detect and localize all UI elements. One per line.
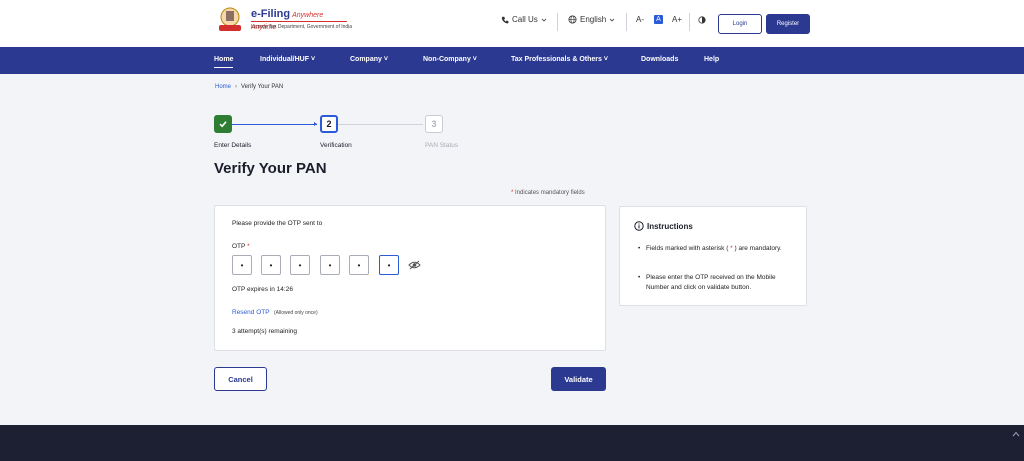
breadcrumb-current: Verify Your PAN	[241, 84, 284, 90]
arrow-right-icon	[314, 122, 317, 126]
step-3-label: PAN Status	[425, 142, 459, 149]
contrast-icon[interactable]	[698, 16, 706, 24]
instruction-text: Fields marked with asterisk (	[646, 245, 729, 252]
breadcrumb-home[interactable]: Home	[215, 84, 231, 90]
globe-icon	[568, 15, 577, 24]
otp-digit-2[interactable]: •	[261, 255, 281, 275]
nav-non-company[interactable]: Non-Company ˅	[423, 56, 477, 63]
nav-downloads[interactable]: Downloads	[641, 56, 678, 63]
info-icon	[634, 221, 644, 231]
department-name: Income Tax Department, Government of Ind…	[251, 24, 353, 30]
otp-label: OTP *	[232, 243, 250, 250]
instruction-item: Fields marked with asterisk ( * ) are ma…	[638, 244, 798, 254]
language-selector[interactable]: English	[568, 15, 615, 24]
otp-expiry: OTP expires in 14:26	[232, 286, 293, 293]
breadcrumb: Home › Verify Your PAN	[215, 84, 283, 90]
step-1-done	[214, 115, 232, 133]
divider	[626, 13, 627, 31]
otp-digit-1[interactable]: •	[232, 255, 252, 275]
page-title: Verify Your PAN	[214, 160, 327, 177]
nav-home[interactable]: Home	[214, 56, 234, 68]
step-connector-done	[232, 124, 317, 125]
required-star: *	[511, 190, 514, 196]
step-3-pending: 3	[425, 115, 443, 133]
eye-off-icon[interactable]	[408, 260, 421, 270]
chevron-down-icon: ˅	[603, 56, 608, 63]
otp-digit-6[interactable]: •	[379, 255, 399, 275]
page-footer	[0, 425, 1024, 461]
login-button[interactable]: Login	[718, 14, 762, 34]
step-1-label: Enter Details	[214, 142, 252, 149]
mandatory-text: Indicates mandatory fields	[515, 190, 585, 196]
phone-icon	[501, 16, 509, 23]
main-nav: Home Individual/HUF ˅ Company ˅ Non-Comp…	[0, 47, 1024, 74]
otp-prompt: Please provide the OTP sent to	[232, 220, 323, 227]
emblem-icon	[219, 7, 241, 31]
call-us-menu[interactable]: Call Us	[501, 15, 547, 24]
nav-company-label: Company	[350, 56, 382, 63]
divider	[557, 13, 558, 31]
mandatory-note: * Indicates mandatory fields	[511, 190, 585, 196]
step-connector-pending	[338, 124, 423, 125]
chevron-down-icon	[609, 18, 615, 22]
brand-title: e-Filing	[251, 8, 291, 20]
call-us-label: Call Us	[512, 15, 538, 24]
language-label: English	[580, 15, 607, 24]
attempts-remaining: 3 attempt(s) remaining	[232, 328, 298, 335]
breadcrumb-separator: ›	[235, 84, 238, 90]
font-increase-button[interactable]: A+	[672, 15, 682, 24]
chevron-down-icon: ˅	[310, 56, 316, 63]
chevron-down-icon: ˅	[472, 56, 477, 63]
font-decrease-button[interactable]: A-	[636, 15, 644, 24]
checkmark-icon	[219, 121, 227, 128]
register-button[interactable]: Register	[766, 14, 810, 34]
scroll-up-icon[interactable]	[1012, 430, 1020, 438]
nav-company[interactable]: Company ˅	[350, 56, 388, 63]
font-normal-button[interactable]: A	[654, 15, 663, 24]
nav-non-company-label: Non-Company	[423, 56, 471, 63]
chevron-down-icon	[541, 18, 547, 22]
nav-tax-professionals-label: Tax Professionals & Others	[511, 56, 602, 63]
nav-tax-professionals[interactable]: Tax Professionals & Others ˅	[511, 56, 608, 63]
otp-label-text: OTP	[232, 243, 246, 250]
step-2-current: 2	[320, 115, 338, 133]
instructions-title: Instructions	[647, 222, 693, 231]
resend-otp-link[interactable]: Resend OTP	[232, 309, 270, 316]
step-2-label: Verification	[320, 142, 352, 149]
otp-digit-3[interactable]: •	[290, 255, 310, 275]
instruction-text: ) are mandatory.	[734, 245, 782, 252]
instructions-panel: Instructions Fields marked with asterisk…	[619, 206, 807, 306]
required-star: *	[247, 243, 250, 250]
instruction-item: Please enter the OTP received on the Mob…	[638, 273, 798, 293]
cancel-button[interactable]: Cancel	[214, 367, 267, 391]
resend-note: (Allowed only once)	[274, 310, 318, 316]
nav-individual-huf[interactable]: Individual/HUF ˅	[260, 56, 315, 63]
brand-underline	[251, 21, 347, 22]
efiling-logo[interactable]: e-Filing Anywhere Anytime Income Tax Depa…	[215, 6, 352, 34]
divider	[689, 13, 690, 31]
chevron-down-icon: ˅	[383, 56, 388, 63]
nav-help[interactable]: Help	[704, 56, 719, 63]
otp-digit-5[interactable]: •	[349, 255, 369, 275]
validate-button[interactable]: Validate	[551, 367, 606, 391]
nav-individual-huf-label: Individual/HUF	[260, 56, 309, 63]
otp-digit-4[interactable]: •	[320, 255, 340, 275]
top-header: e-Filing Anywhere Anytime Income Tax Depa…	[0, 0, 1024, 47]
otp-card: Please provide the OTP sent to OTP * • •…	[214, 205, 606, 351]
